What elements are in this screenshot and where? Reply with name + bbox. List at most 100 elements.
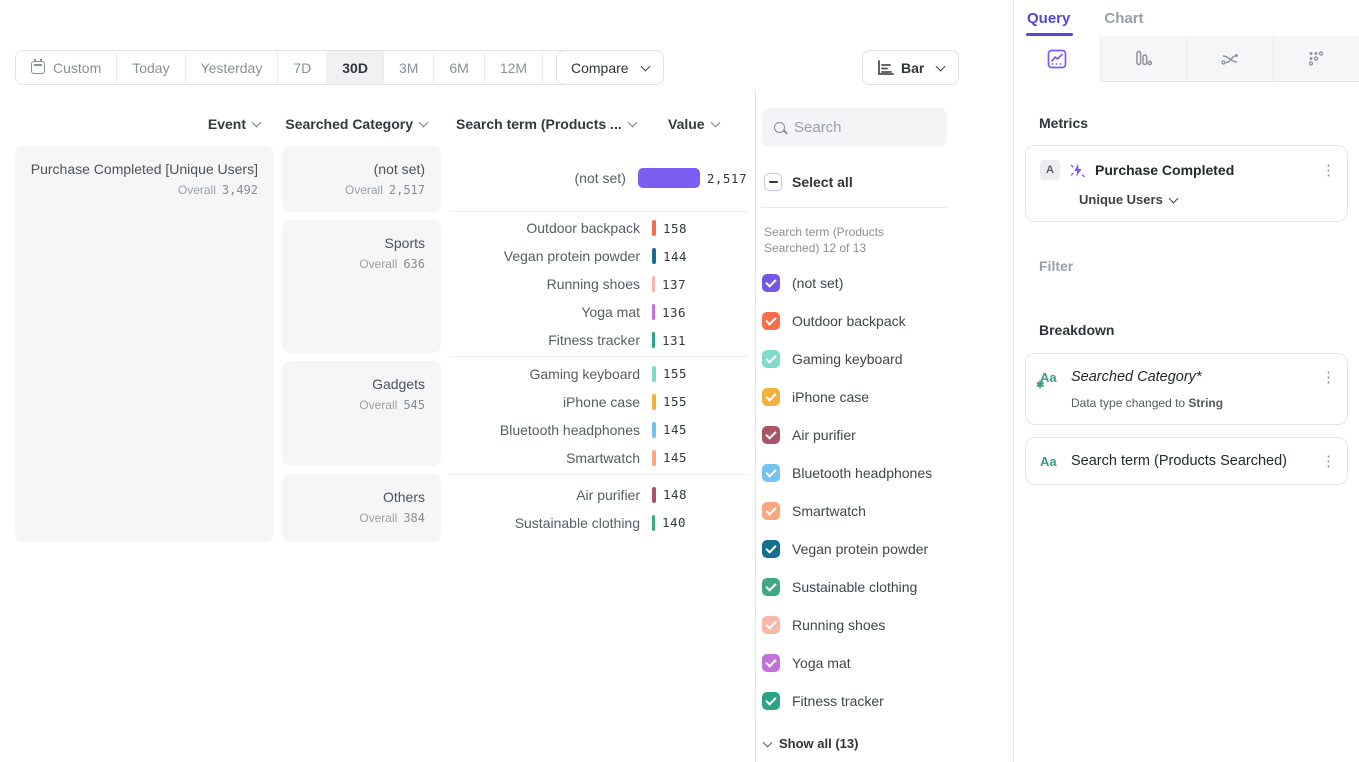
divider bbox=[762, 207, 947, 208]
range-30d[interactable]: 30D bbox=[327, 51, 384, 84]
chevron-down-icon bbox=[252, 118, 262, 128]
legend-item[interactable]: Bluetooth headphones bbox=[762, 454, 947, 492]
checked-checkbox-icon[interactable] bbox=[762, 426, 780, 444]
value-bar bbox=[652, 276, 655, 292]
checked-checkbox-icon[interactable] bbox=[762, 274, 780, 292]
term-column: (not set) 2,517 Outdoor backpack158 Vega… bbox=[450, 145, 747, 542]
checked-checkbox-icon[interactable] bbox=[762, 616, 780, 634]
category-cell-not-set[interactable]: (not set) Overall2,517 bbox=[282, 146, 441, 212]
legend-item[interactable]: Vegan protein powder bbox=[762, 530, 947, 568]
bar-chart-icon bbox=[877, 60, 895, 76]
category-cell-others[interactable]: Others Overall384 bbox=[282, 474, 441, 542]
range-3m[interactable]: 3M bbox=[384, 51, 434, 84]
indeterminate-checkbox-icon[interactable] bbox=[764, 173, 782, 191]
category-cell-gadgets[interactable]: Gadgets Overall545 bbox=[282, 361, 441, 466]
chart-type-selector[interactable]: Bar bbox=[862, 50, 959, 85]
tab-chart[interactable]: Chart bbox=[1104, 10, 1143, 36]
range-6m[interactable]: 6M bbox=[434, 51, 484, 84]
term-group: Outdoor backpack158 Vegan protein powder… bbox=[450, 212, 747, 357]
table-row[interactable]: iPhone case155 bbox=[450, 388, 747, 416]
retention-icon bbox=[1305, 48, 1327, 70]
range-7d[interactable]: 7D bbox=[278, 51, 327, 84]
metric-event-name: Purchase Completed bbox=[1095, 162, 1312, 178]
date-range-picker: Custom Today Yesterday 7D 30D 3M 6M 12M … bbox=[15, 50, 624, 85]
breakdown-property-name: Search term (Products Searched) bbox=[1071, 453, 1312, 469]
event-cell[interactable]: Purchase Completed [Unique Users] Overal… bbox=[15, 146, 274, 542]
legend-item[interactable]: Sustainable clothing bbox=[762, 568, 947, 606]
table-row[interactable]: Sustainable clothing140 bbox=[450, 509, 747, 537]
table-row[interactable]: Gaming keyboard155 bbox=[450, 360, 747, 388]
category-cell-sports[interactable]: Sports Overall636 bbox=[282, 220, 441, 353]
legend-item[interactable]: (not set) bbox=[762, 264, 947, 302]
metric-card[interactable]: A Purchase Completed Unique Users bbox=[1025, 145, 1348, 222]
aggregation-selector[interactable]: Unique Users bbox=[1079, 192, 1333, 207]
legend-item[interactable]: iPhone case bbox=[762, 378, 947, 416]
legend-item[interactable]: Gaming keyboard bbox=[762, 340, 947, 378]
tab-query[interactable]: Query bbox=[1027, 10, 1070, 36]
checked-checkbox-icon[interactable] bbox=[762, 388, 780, 406]
tab-insights[interactable] bbox=[1014, 36, 1101, 82]
checked-checkbox-icon[interactable] bbox=[762, 578, 780, 596]
legend-search[interactable] bbox=[762, 108, 947, 147]
range-yesterday[interactable]: Yesterday bbox=[186, 51, 279, 84]
chevron-down-icon bbox=[763, 738, 773, 748]
table-row[interactable]: (not set) 2,517 bbox=[450, 164, 747, 192]
show-all-toggle[interactable]: Show all (13) bbox=[762, 736, 947, 751]
checked-checkbox-icon[interactable] bbox=[762, 502, 780, 520]
legend-item[interactable]: Yoga mat bbox=[762, 644, 947, 682]
compare-button[interactable]: Compare bbox=[556, 50, 664, 85]
range-today[interactable]: Today bbox=[117, 51, 185, 84]
breakdown-card[interactable]: Aa✱ Searched Category* Data type changed… bbox=[1025, 353, 1348, 425]
range-custom[interactable]: Custom bbox=[16, 51, 117, 84]
column-header-value[interactable]: Value bbox=[668, 116, 719, 132]
value-bar bbox=[638, 168, 700, 188]
tab-retention[interactable] bbox=[1274, 36, 1359, 81]
table-row[interactable]: Fitness tracker131 bbox=[450, 326, 747, 354]
breakdown-card[interactable]: Aa Search term (Products Searched) bbox=[1025, 437, 1348, 485]
checked-checkbox-icon[interactable] bbox=[762, 692, 780, 710]
column-header-event[interactable]: Event bbox=[208, 116, 260, 132]
table-row[interactable]: Air purifier148 bbox=[450, 481, 747, 509]
legend-item[interactable]: Fitness tracker bbox=[762, 682, 947, 720]
checked-checkbox-icon[interactable] bbox=[762, 654, 780, 672]
value-bar bbox=[652, 332, 655, 348]
chevron-down-icon bbox=[1168, 193, 1178, 203]
legend-item[interactable]: Outdoor backpack bbox=[762, 302, 947, 340]
term-group: Gaming keyboard155 iPhone case155 Blueto… bbox=[450, 357, 747, 475]
search-input[interactable] bbox=[794, 119, 914, 136]
tab-funnels[interactable] bbox=[1101, 36, 1188, 81]
checked-checkbox-icon[interactable] bbox=[762, 540, 780, 558]
checked-checkbox-icon[interactable] bbox=[762, 350, 780, 368]
table-row[interactable]: Vegan protein powder144 bbox=[450, 242, 747, 270]
tab-flows[interactable] bbox=[1187, 36, 1274, 81]
checked-checkbox-icon[interactable] bbox=[762, 312, 780, 330]
value-bar bbox=[652, 220, 656, 236]
legend-item[interactable]: Running shoes bbox=[762, 606, 947, 644]
kebab-menu-icon[interactable] bbox=[1321, 368, 1333, 386]
kebab-menu-icon[interactable] bbox=[1321, 161, 1333, 179]
table-row[interactable]: Outdoor backpack158 bbox=[450, 214, 747, 242]
report-type-tabs bbox=[1014, 36, 1359, 82]
value-bar bbox=[652, 515, 655, 531]
select-all[interactable]: Select all bbox=[764, 173, 947, 191]
funnels-icon bbox=[1132, 48, 1154, 70]
legend-item[interactable]: Smartwatch bbox=[762, 492, 947, 530]
term-group: Air purifier148 Sustainable clothing140 bbox=[450, 475, 747, 542]
checked-checkbox-icon[interactable] bbox=[762, 464, 780, 482]
kebab-menu-icon[interactable] bbox=[1321, 452, 1333, 470]
table-row[interactable]: Running shoes137 bbox=[450, 270, 747, 298]
event-name: Purchase Completed [Unique Users] bbox=[25, 160, 258, 179]
column-header-term[interactable]: Search term (Products ... bbox=[456, 116, 636, 132]
table-row[interactable]: Yoga mat136 bbox=[450, 298, 747, 326]
filter-title: Filter bbox=[1039, 258, 1073, 274]
legend-item[interactable]: Air purifier bbox=[762, 416, 947, 454]
table-row[interactable]: Bluetooth headphones145 bbox=[450, 416, 747, 444]
insights-icon bbox=[1046, 48, 1068, 70]
value-bar bbox=[652, 248, 656, 264]
column-header-category[interactable]: Searched Category bbox=[285, 116, 427, 132]
value-bar bbox=[652, 422, 656, 438]
table-row[interactable]: Smartwatch145 bbox=[450, 444, 747, 472]
search-icon bbox=[774, 122, 785, 133]
chevron-down-icon bbox=[710, 118, 720, 128]
range-12m[interactable]: 12M bbox=[485, 51, 543, 84]
